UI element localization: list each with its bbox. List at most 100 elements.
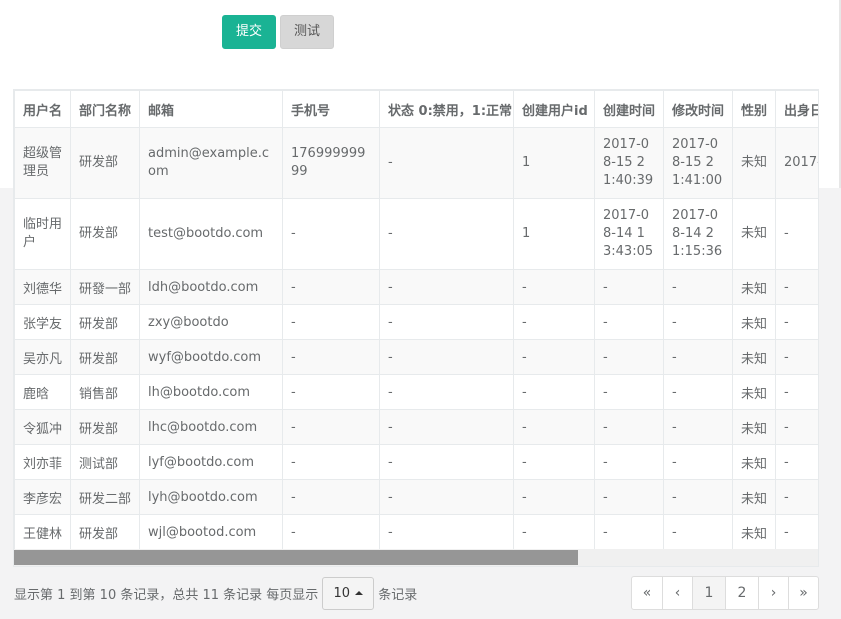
- cell-birth-date: -: [775, 269, 818, 305]
- cell-phone: -: [282, 198, 380, 270]
- cell-created-time: -: [594, 339, 664, 375]
- cell-created-time: -: [594, 444, 664, 480]
- cell-gender: 未知: [732, 269, 776, 305]
- cell-creator-id: -: [513, 514, 595, 550]
- cell-gender: 未知: [732, 514, 776, 550]
- submit-button[interactable]: 提交: [222, 15, 277, 49]
- cell-creator-id: -: [513, 444, 595, 480]
- pagination-info: 显示第 1 到第 10 条记录，总共 11 条记录 每页显示 10 条记录: [14, 576, 417, 610]
- cell-username: 令狐冲: [14, 409, 71, 445]
- cell-username: 刘德华: [14, 269, 71, 305]
- cell-creator-id: 1: [513, 198, 595, 270]
- cell-email: lh@bootdo.com: [139, 374, 283, 410]
- cell-email: test@bootdo.com: [139, 198, 283, 270]
- cell-department: 研发部: [70, 339, 140, 375]
- cell-department: 研发部: [70, 514, 140, 550]
- last-page-button[interactable]: »: [788, 577, 818, 609]
- cell-gender: 未知: [732, 479, 776, 515]
- table-row[interactable]: 王健林 研发部 wjl@bootod.com - - - - - 未知 -: [14, 514, 818, 550]
- column-header-department[interactable]: 部门名称: [70, 90, 140, 128]
- cell-email: ldh@bootdo.com: [139, 269, 283, 305]
- cell-department: 销售部: [70, 374, 140, 410]
- cell-status: -: [379, 374, 514, 410]
- cell-modified-time: -: [663, 409, 733, 445]
- table-body: 超级管理员 研发部 admin@example.com 17699999999-1 20…: [14, 127, 818, 550]
- column-header-status[interactable]: 状态 0:禁用，1:正常: [379, 90, 514, 128]
- column-header-gender[interactable]: 性别: [732, 90, 776, 128]
- table-row[interactable]: 临时用户 研发部 test@bootdo.com - -1 2017-08-14 13:4…: [14, 198, 818, 270]
- cell-created-time: 2017-08-15 21:40:39: [594, 127, 664, 199]
- cell-created-time: -: [594, 514, 664, 550]
- cell-phone: -: [282, 479, 380, 515]
- cell-birth-date: 2017-12-14 00:00:: [775, 127, 818, 199]
- cell-status: -: [379, 444, 514, 480]
- column-header-creator-id[interactable]: 创建用户id: [513, 90, 595, 128]
- cell-modified-time: -: [663, 479, 733, 515]
- cell-phone: -: [282, 304, 380, 340]
- table-row[interactable]: 刘德华 研發一部 ldh@bootdo.com - - - - - 未知 -: [14, 269, 818, 305]
- cell-username: 鹿晗: [14, 374, 71, 410]
- cell-department: 研发部: [70, 409, 140, 445]
- user-table-container: 用户名 部门名称 邮箱 手机号 状态 0:禁用，1:正常 创建用户id 创建时间 修改时间 性别…: [13, 89, 819, 567]
- cell-gender: 未知: [732, 374, 776, 410]
- horizontal-scrollbar[interactable]: [14, 549, 818, 566]
- cell-phone: -: [282, 339, 380, 375]
- cell-gender: 未知: [732, 304, 776, 340]
- test-button[interactable]: 测试: [280, 15, 335, 49]
- cell-modified-time: -: [663, 374, 733, 410]
- cell-department: 研發一部: [70, 269, 140, 305]
- page-size-value: 10: [333, 585, 351, 601]
- cell-gender: 未知: [732, 409, 776, 445]
- cell-username: 李彦宏: [14, 479, 71, 515]
- column-header-birth-date[interactable]: 出身日: [775, 90, 818, 128]
- cell-phone: -: [282, 374, 380, 410]
- cell-modified-time: -: [663, 444, 733, 480]
- column-header-phone[interactable]: 手机号: [282, 90, 380, 128]
- table-row[interactable]: 张学友 研发部 zxy@bootdo - - - - - 未知 -: [14, 304, 818, 340]
- cell-status: -: [379, 269, 514, 305]
- page-1-button[interactable]: 1: [692, 577, 725, 609]
- prev-page-button[interactable]: ‹: [662, 577, 692, 609]
- cell-username: 张学友: [14, 304, 71, 340]
- cell-email: zxy@bootdo: [139, 304, 283, 340]
- cell-department: 研发部: [70, 127, 140, 199]
- table-row[interactable]: 鹿晗 销售部 lh@bootdo.com - - - - - 未知 -: [14, 374, 818, 410]
- caret-up-icon: [355, 591, 364, 595]
- cell-creator-id: -: [513, 479, 595, 515]
- cell-gender: 未知: [732, 127, 776, 199]
- next-page-button[interactable]: ›: [758, 577, 788, 609]
- cell-created-time: 2017-08-14 13:43:05: [594, 198, 664, 270]
- table-row[interactable]: 刘亦菲 测试部 lyf@bootdo.com - - - - - 未知 -: [14, 444, 818, 480]
- cell-department: 研发部: [70, 198, 140, 270]
- scrollbar-thumb[interactable]: [14, 550, 578, 565]
- page-size-dropdown[interactable]: 10: [322, 576, 375, 610]
- cell-created-time: -: [594, 479, 664, 515]
- records-suffix: 条记录: [378, 587, 418, 603]
- cell-birth-date: -: [775, 514, 818, 550]
- column-header-username[interactable]: 用户名: [14, 90, 71, 128]
- table-row[interactable]: 吴亦凡 研发部 wyf@bootdo.com - - - - - 未知 -: [14, 339, 818, 375]
- column-header-created-time[interactable]: 创建时间: [594, 90, 664, 128]
- cell-birth-date: -: [775, 339, 818, 375]
- user-table: 用户名 部门名称 邮箱 手机号 状态 0:禁用，1:正常 创建用户id 创建时间 修改时间 性别…: [14, 90, 818, 550]
- cell-modified-time: -: [663, 269, 733, 305]
- page-2-button[interactable]: 2: [725, 577, 758, 609]
- cell-modified-time: -: [663, 339, 733, 375]
- cell-email: lhc@bootdo.com: [139, 409, 283, 445]
- table-row[interactable]: 李彦宏 研发二部 lyh@bootdo.com - - - - - 未知 -: [14, 479, 818, 515]
- cell-birth-date: -: [775, 444, 818, 480]
- cell-username: 超级管理员: [14, 127, 71, 199]
- table-row[interactable]: 超级管理员 研发部 admin@example.com 17699999999-1 20…: [14, 127, 818, 199]
- cell-gender: 未知: [732, 198, 776, 270]
- table-row[interactable]: 令狐冲 研发部 lhc@bootdo.com - - - - - 未知 -: [14, 409, 818, 445]
- cell-created-time: -: [594, 409, 664, 445]
- column-header-modified-time[interactable]: 修改时间: [663, 90, 733, 128]
- cell-creator-id: -: [513, 374, 595, 410]
- cell-status: -: [379, 479, 514, 515]
- cell-phone: -: [282, 514, 380, 550]
- cell-username: 临时用户: [14, 198, 71, 270]
- first-page-button[interactable]: «: [632, 577, 662, 609]
- column-header-email[interactable]: 邮箱: [139, 90, 283, 128]
- cell-username: 王健林: [14, 514, 71, 550]
- cell-email: wjl@bootod.com: [139, 514, 283, 550]
